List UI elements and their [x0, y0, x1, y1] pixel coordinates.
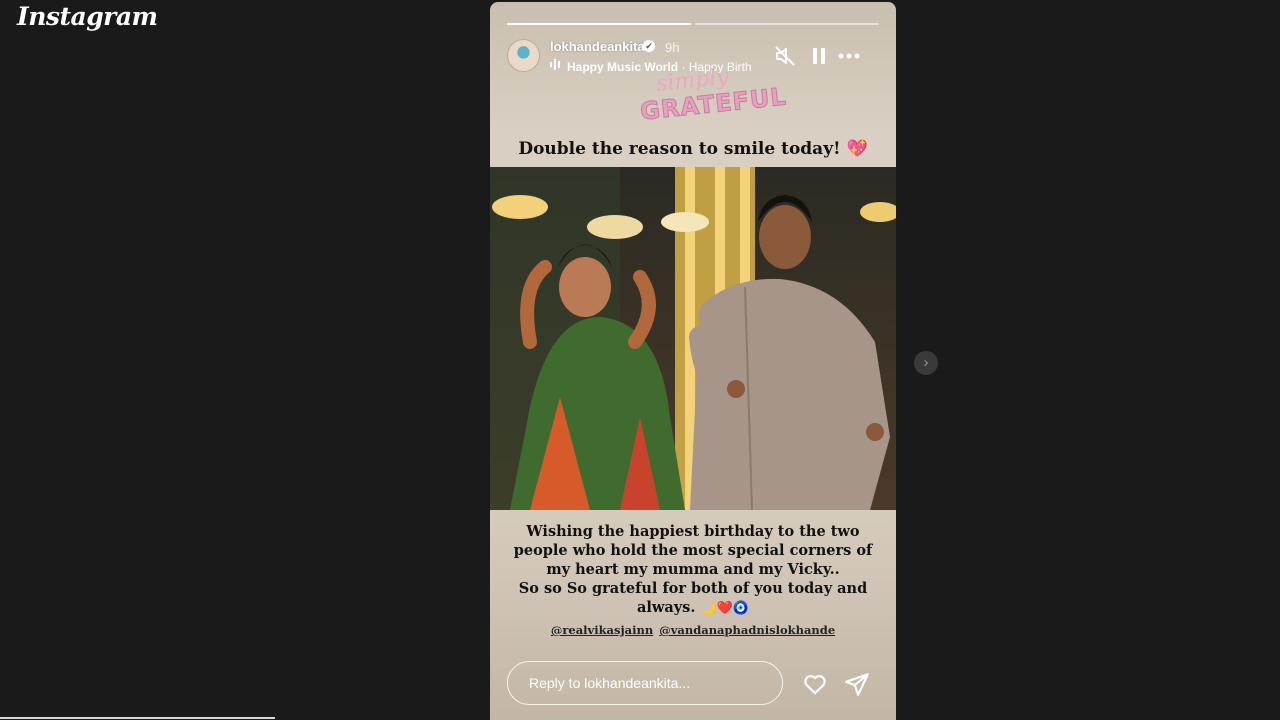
story-headline: Double the reason to smile today! 💖	[490, 139, 896, 159]
story-timestamp: 9h	[665, 40, 680, 55]
headline-text: Double the reason to smile today!	[518, 139, 841, 159]
muted-speaker-icon[interactable]	[773, 44, 797, 68]
story-progress-bars	[507, 23, 879, 25]
caption-line: Wishing the happiest birthday to the two	[526, 523, 860, 540]
photo-illustration	[490, 167, 896, 510]
caption-emojis: 🌙❤️🧿	[700, 601, 750, 616]
progress-bar	[507, 23, 691, 25]
mention-tags: @realvikasjainn @vandanaphadnislokhande	[490, 623, 896, 637]
caption-line: people who hold the most special corners…	[513, 542, 873, 559]
send-icon[interactable]	[844, 671, 870, 697]
heart-icon[interactable]	[802, 671, 828, 697]
loading-indicator	[0, 717, 275, 719]
mention-link[interactable]: @vandanaphadnislokhande	[659, 623, 835, 637]
verified-badge-icon: ✔	[643, 40, 655, 52]
grateful-sticker: simply GRATEFUL	[637, 64, 788, 145]
caption-line: my heart my mumma and my Vicky..	[546, 561, 840, 578]
story-viewer[interactable]: lokhandeankita ✔ 9h Happy Music World · …	[490, 2, 896, 720]
progress-fill	[507, 23, 691, 25]
pause-icon[interactable]	[807, 44, 831, 68]
reply-input[interactable]	[507, 661, 783, 705]
progress-bar	[695, 23, 879, 25]
instagram-logo[interactable]: Instagram	[17, 2, 158, 31]
avatar[interactable]	[507, 39, 540, 72]
caption-line: always.	[636, 599, 696, 616]
story-caption: Wishing the happiest birthday to the two…	[500, 522, 886, 618]
heart-emoji: 💖	[846, 139, 868, 159]
next-story-button[interactable]: ›	[914, 351, 938, 375]
more-options-icon[interactable]	[836, 44, 860, 68]
caption-line: So so So grateful for both of you today …	[518, 580, 868, 597]
mention-link[interactable]: @realvikasjainn	[551, 623, 653, 637]
audio-bars-icon	[550, 59, 563, 73]
caption-line-last: always. 🌙❤️🧿	[500, 598, 886, 618]
story-username[interactable]: lokhandeankita	[550, 39, 645, 54]
wedding-photo	[490, 167, 896, 510]
